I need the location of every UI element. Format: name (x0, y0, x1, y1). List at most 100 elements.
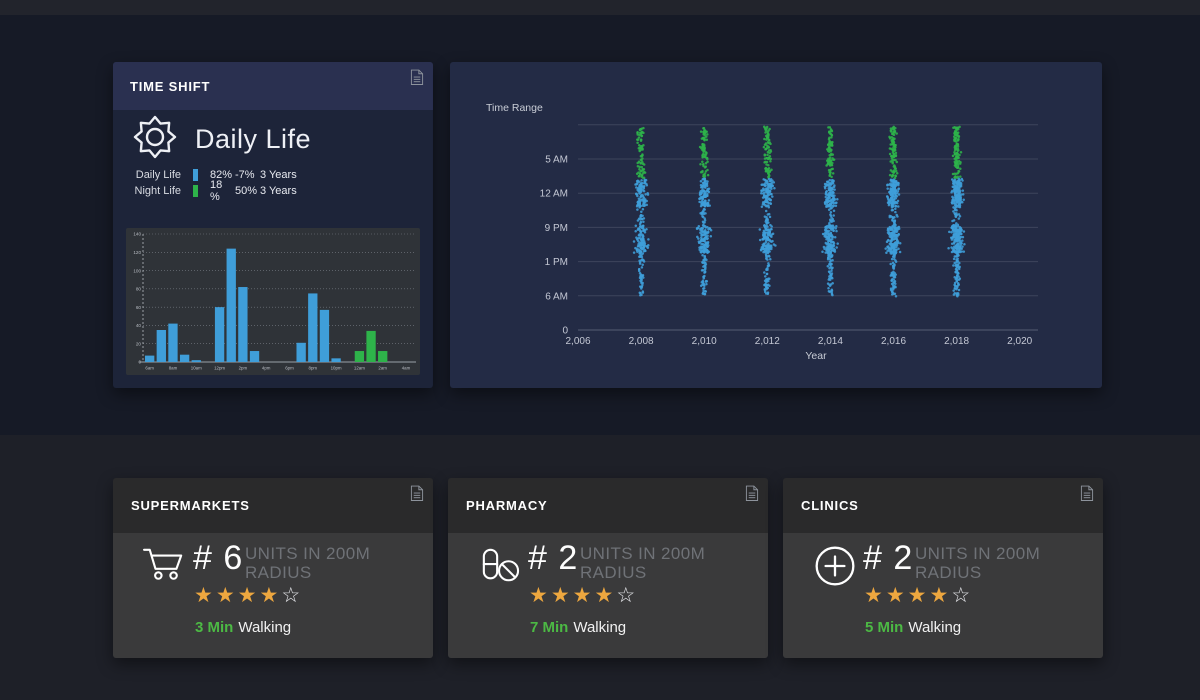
units-count: # 2 (528, 539, 578, 578)
poi-card-title: PHARMACY (466, 498, 548, 513)
svg-text:Time Range: Time Range (486, 102, 543, 114)
time-shift-title: TIME SHIFT (130, 79, 210, 94)
star-rating[interactable]: ★★★★☆ (864, 583, 973, 608)
stars-filled: ★★★★ (194, 584, 281, 607)
top-bar (0, 0, 1200, 15)
units-caption-line2: RADIUS (245, 563, 312, 582)
svg-text:9 PM: 9 PM (545, 223, 568, 234)
svg-text:60: 60 (136, 305, 142, 310)
units-caption-line2: RADIUS (580, 563, 647, 582)
units-caption: UNITS IN 200M RADIUS (580, 544, 705, 582)
walking-suffix: Walking (908, 619, 961, 636)
legend-change-value: 50% (235, 185, 260, 197)
svg-text:Year: Year (805, 350, 827, 362)
poi-card-body: # 2 UNITS IN 200M RADIUS ★★★★☆ 5 MinWalk… (783, 533, 1103, 658)
svg-text:2,018: 2,018 (944, 336, 969, 347)
svg-text:2,014: 2,014 (818, 336, 843, 347)
clinic-cross-icon (808, 539, 862, 593)
poi-card-header: CLINICS (783, 478, 1103, 533)
units-caption: UNITS IN 200M RADIUS (915, 544, 1040, 582)
svg-text:80: 80 (136, 287, 142, 292)
units-count: # 2 (863, 539, 913, 578)
svg-text:5 AM: 5 AM (545, 155, 568, 166)
time-range-scatter-card: 5 AM12 AM9 PM1 PM6 AM02,0062,0082,0102,0… (450, 62, 1102, 388)
poi-card-clinics: CLINICS # 2 UNITS IN 200M RADIUS (783, 478, 1103, 658)
legend-change-value: -7% (235, 169, 260, 181)
units-caption-line1: UNITS IN 200M (245, 544, 370, 563)
units-caption: UNITS IN 200M RADIUS (245, 544, 370, 582)
time-shift-legend: Daily Life 82% -7% 3 Years Night Life 18… (113, 167, 433, 199)
svg-text:1 PM: 1 PM (545, 257, 568, 268)
walking-time: 7 Min Walking (530, 619, 626, 636)
time-shift-card-header: TIME SHIFT (113, 62, 433, 110)
document-icon[interactable] (409, 69, 425, 89)
stars-filled: ★★★★ (864, 584, 951, 607)
legend-period-value: 3 Years (260, 185, 297, 197)
poi-card-body: # 6 UNITS IN 200M RADIUS ★★★★☆ 3 Min Walk… (113, 533, 433, 658)
histogram-bar (320, 310, 329, 362)
legend-row-daily-life: Daily Life 82% -7% 3 Years (113, 167, 433, 183)
legend-share-value: 18 % (210, 179, 235, 203)
svg-text:20: 20 (136, 341, 142, 346)
walking-suffix: Walking (573, 619, 626, 636)
histogram-bar (180, 355, 189, 362)
svg-text:2,016: 2,016 (881, 336, 906, 347)
svg-text:0: 0 (562, 326, 568, 337)
histogram-bar (296, 343, 305, 362)
poi-card-header: SUPERMARKETS (113, 478, 433, 533)
histogram-bar (157, 330, 166, 362)
daily-activity-histogram: 0204060801001201406am8am10am12pm2pm4pm6p… (126, 228, 420, 375)
time-shift-hero: Daily Life (133, 114, 311, 164)
pills-icon (473, 539, 527, 593)
histogram-bar (355, 351, 364, 362)
document-icon[interactable] (409, 485, 425, 505)
histogram-bar (227, 249, 236, 362)
svg-text:10am: 10am (191, 366, 202, 371)
legend-period-value: 3 Years (260, 169, 297, 181)
svg-text:12 AM: 12 AM (540, 189, 568, 200)
svg-text:4am: 4am (402, 366, 411, 371)
walking-minutes: 3 Min (195, 619, 233, 636)
svg-text:12am: 12am (354, 366, 365, 371)
gear-icon (133, 115, 177, 164)
svg-text:2,012: 2,012 (755, 336, 780, 347)
svg-text:2,020: 2,020 (1007, 336, 1032, 347)
units-caption-line2: RADIUS (915, 563, 982, 582)
units-count: # 6 (193, 539, 243, 578)
dashboard-page: TIME SHIFT Daily Life Daily Life 8 (0, 0, 1200, 700)
star-empty: ☆ (281, 584, 303, 607)
histogram-bar (215, 307, 224, 362)
svg-text:40: 40 (136, 323, 142, 328)
histogram-bar (366, 331, 375, 362)
svg-text:120: 120 (133, 250, 141, 255)
histogram-bar (192, 360, 201, 362)
svg-text:6am: 6am (145, 366, 154, 371)
walking-minutes: 7 Min (530, 619, 568, 636)
svg-text:6 AM: 6 AM (545, 291, 568, 302)
poi-card-pharmacy: PHARMACY # 2 UNITS IN 200M RADI (448, 478, 768, 658)
star-rating[interactable]: ★★★★☆ (529, 583, 638, 608)
stars-filled: ★★★★ (529, 584, 616, 607)
star-rating[interactable]: ★★★★☆ (194, 583, 303, 608)
poi-card-header: PHARMACY (448, 478, 768, 533)
legend-color-chip-blue (193, 169, 198, 181)
histogram-bar (331, 358, 340, 362)
units-caption-line1: UNITS IN 200M (915, 544, 1040, 563)
document-icon[interactable] (744, 485, 760, 505)
svg-text:4pm: 4pm (262, 366, 271, 371)
histogram-bar (308, 293, 317, 362)
poi-card-body: # 2 UNITS IN 200M RADIUS ★★★★☆ 7 Min Walk… (448, 533, 768, 658)
histogram-bar (145, 356, 154, 362)
time-range-scatter-plot: 5 AM12 AM9 PM1 PM6 AM02,0062,0082,0102,0… (450, 62, 1102, 388)
svg-text:100: 100 (133, 268, 141, 273)
histogram-bar (378, 351, 387, 362)
document-icon[interactable] (1079, 485, 1095, 505)
svg-text:140: 140 (133, 232, 141, 237)
cart-icon (138, 539, 192, 593)
svg-text:2,010: 2,010 (692, 336, 717, 347)
walking-suffix: Walking (238, 619, 291, 636)
histogram-bar (238, 287, 247, 362)
svg-text:12pm: 12pm (214, 366, 225, 371)
time-shift-card: TIME SHIFT Daily Life Daily Life 8 (113, 62, 433, 388)
legend-label: Night Life (113, 185, 181, 197)
